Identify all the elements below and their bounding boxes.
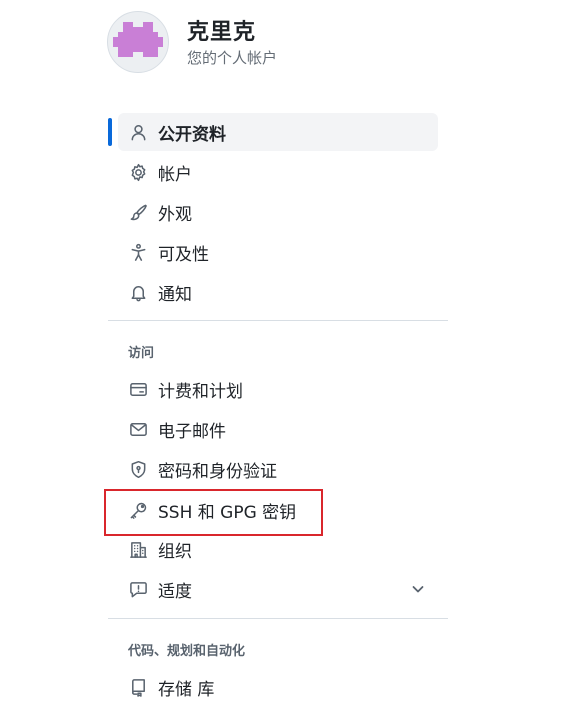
nav-item-repositories[interactable]: 存储 库 — [118, 668, 438, 706]
report-icon — [127, 578, 149, 600]
nav-item-account[interactable]: 帐户 — [118, 153, 438, 191]
nav-item-password-auth[interactable]: 密码和身份验证 — [118, 450, 438, 488]
shield-lock-icon — [127, 458, 149, 480]
nav-item-label: 密码和身份验证 — [158, 461, 277, 482]
nav-item-label: 组织 — [158, 541, 192, 562]
nav-item-label: 电子邮件 — [158, 421, 226, 442]
mail-icon — [127, 418, 149, 440]
active-indicator — [108, 118, 112, 146]
nav-item-label: 公开资料 — [158, 124, 226, 145]
nav-item-label: 通知 — [158, 284, 192, 305]
account-name[interactable]: 克里克 — [187, 14, 256, 46]
nav-item-label: 计费和计划 — [158, 381, 243, 402]
nav-item-billing[interactable]: 计费和计划 — [118, 370, 438, 408]
person-icon — [127, 121, 149, 143]
gear-icon — [127, 161, 149, 183]
chevron-down-icon[interactable] — [410, 581, 426, 597]
nav-item-profile[interactable]: 公开资料 — [118, 113, 438, 151]
nav-item-label: 外观 — [158, 204, 192, 225]
nav-item-label: 可及性 — [158, 244, 209, 265]
nav-item-label: 适度 — [158, 581, 192, 602]
nav-item-label: 帐户 — [158, 164, 192, 185]
section-heading-access: 访问 — [128, 346, 155, 361]
highlight-box — [104, 489, 323, 536]
divider — [108, 320, 448, 321]
settings-sidebar: 克里克 您的个人帐户 公开资料 帐户 外观 可及性 通知 访问 计费和计划 电子… — [0, 0, 588, 712]
nav-item-appearance[interactable]: 外观 — [118, 193, 438, 231]
nav-item-email[interactable]: 电子邮件 — [118, 410, 438, 448]
nav-item-moderation[interactable]: 适度 — [118, 570, 438, 608]
accessibility-icon — [127, 241, 149, 263]
nav-item-notifications[interactable]: 通知 — [118, 273, 438, 311]
repo-icon — [127, 676, 149, 698]
nav-item-label: 存储 库 — [158, 679, 215, 700]
account-subtitle: 您的个人帐户 — [187, 49, 278, 67]
credit-card-icon — [127, 378, 149, 400]
identicon-icon — [113, 22, 163, 57]
bell-icon — [127, 281, 149, 303]
avatar[interactable] — [107, 11, 169, 73]
section-heading-code: 代码、规划和自动化 — [128, 644, 246, 659]
paintbrush-icon — [127, 201, 149, 223]
nav-item-accessibility[interactable]: 可及性 — [118, 233, 438, 271]
organization-icon — [127, 538, 149, 560]
divider — [108, 618, 448, 619]
